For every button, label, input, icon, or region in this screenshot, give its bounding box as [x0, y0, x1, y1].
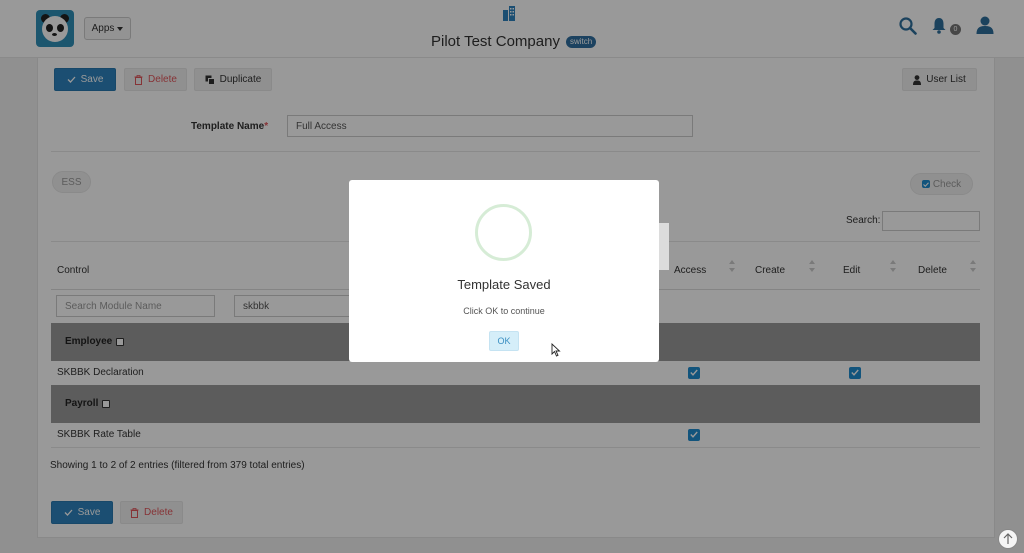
ok-button[interactable]: OK [489, 331, 519, 351]
template-saved-dialog: Template Saved Click OK to continue OK [349, 180, 659, 362]
mouse-cursor-icon [551, 343, 561, 357]
success-animation-icon [475, 204, 532, 261]
scroll-to-top-button[interactable] [998, 529, 1018, 549]
dialog-message: Click OK to continue [463, 306, 545, 316]
dialog-title: Template Saved [457, 277, 551, 292]
arrow-up-icon [1003, 533, 1013, 544]
scrollbar-fragment [659, 223, 669, 270]
